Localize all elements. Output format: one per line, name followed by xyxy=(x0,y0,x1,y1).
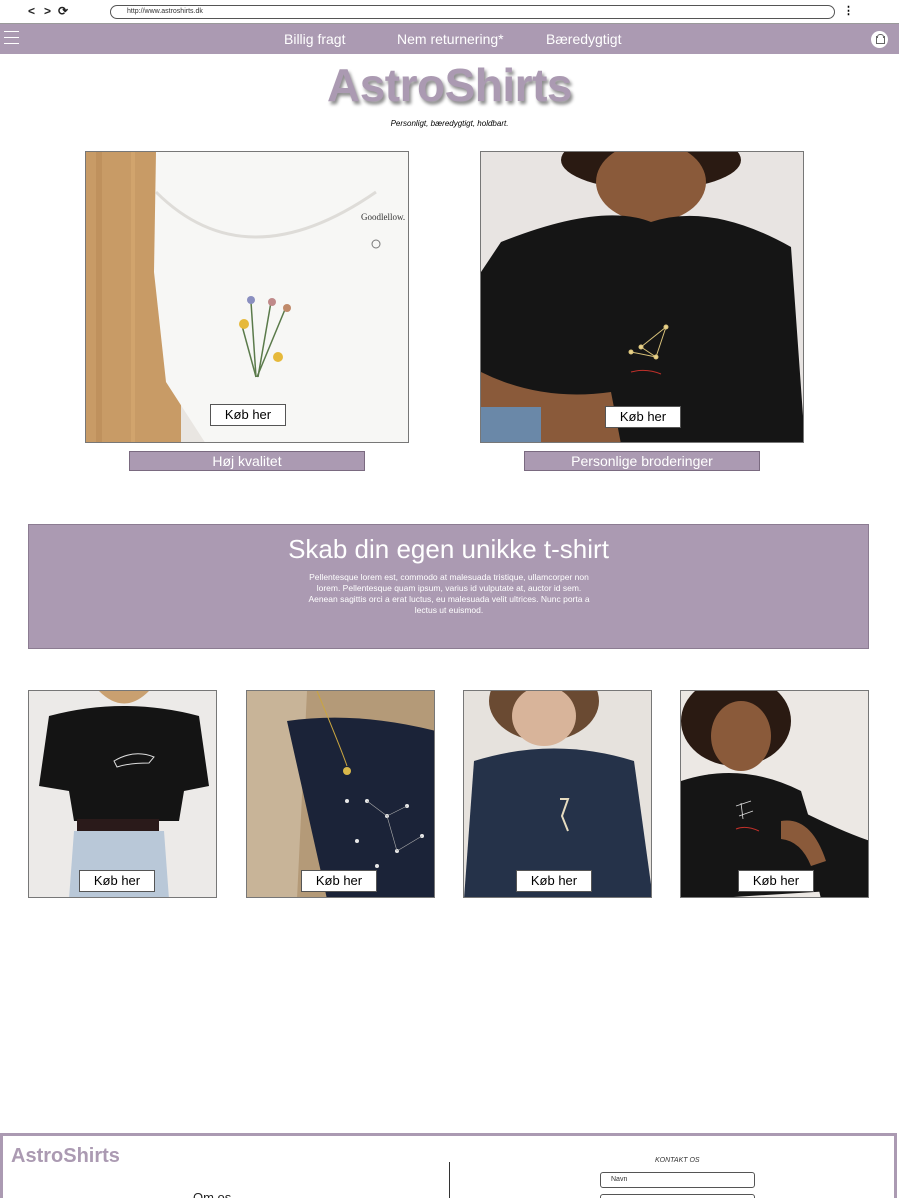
tagline: Personligt, bæredygtigt, holdbart. xyxy=(390,119,509,128)
product-image-starmap-sweater[interactable]: Køb her xyxy=(246,690,435,898)
site-navigation: Billig fragt Nem returnering* Bæredygtig… xyxy=(0,24,899,54)
product-image-gemini-tee[interactable]: Køb her xyxy=(680,690,869,898)
buy-button[interactable]: Køb her xyxy=(738,870,814,892)
shopping-bag-icon[interactable] xyxy=(871,31,888,48)
reload-icon[interactable]: ⟳ xyxy=(58,3,68,19)
whale-tee-illustration xyxy=(39,691,209,897)
nav-link-nem-returnering[interactable]: Nem returnering* xyxy=(397,30,504,48)
buy-button[interactable]: Køb her xyxy=(516,870,592,892)
nav-link-billig-fragt[interactable]: Billig fragt xyxy=(284,30,345,48)
product-image-constellation-tee[interactable]: Køb her xyxy=(480,151,804,443)
buy-button[interactable]: Køb her xyxy=(79,870,155,892)
product-image-zodiac-sweater[interactable]: Køb her xyxy=(463,690,652,898)
contact-name-field[interactable]: Navn xyxy=(600,1172,755,1188)
footer-about-link[interactable]: Om os xyxy=(193,1190,231,1198)
buy-button[interactable]: Køb her xyxy=(605,406,681,428)
footer-logo[interactable]: AstroShirts xyxy=(11,1145,120,1168)
gemini-tee-illustration xyxy=(681,691,868,897)
contact-heading: KONTAKT OS xyxy=(655,1157,700,1164)
starmap-sweater-illustration xyxy=(247,691,434,897)
zodiac-sweater-illustration xyxy=(464,691,651,897)
footer-divider xyxy=(449,1162,450,1198)
banner-title: Skab din egen unikke t-shirt xyxy=(288,534,609,564)
svg-text:Goodlellow.: Goodlellow. xyxy=(361,212,405,222)
hamburger-icon[interactable] xyxy=(4,31,19,49)
buy-button[interactable]: Køb her xyxy=(301,870,377,892)
caption-hoej-kvalitet: Høj kvalitet xyxy=(129,451,365,471)
site-footer: AstroShirts Om os KONTAKT OS Navn xyxy=(0,1133,897,1198)
caption-personlige-broderinger: Personlige broderinger xyxy=(524,451,760,471)
product-image-flower-tee[interactable]: Goodlellow. Køb her xyxy=(85,151,409,443)
back-icon[interactable]: < xyxy=(28,3,35,19)
product-image-whale-tee[interactable]: Køb her xyxy=(28,690,217,898)
banner-body: Pellentesque lorem est, commodo at males… xyxy=(308,572,590,615)
browser-toolbar: < > ⟳ http://www.astroshirts.dk ⋮ xyxy=(0,0,899,24)
site-logo[interactable]: AstroShirts xyxy=(0,58,899,112)
flower-tee-illustration: Goodlellow. xyxy=(86,152,408,442)
nav-link-baeredygtigt[interactable]: Bæredygtigt xyxy=(546,30,621,48)
buy-button[interactable]: Køb her xyxy=(210,404,286,426)
constellation-tee-illustration xyxy=(481,152,803,442)
custom-shirt-banner[interactable]: Skab din egen unikke t-shirt Pellentesqu… xyxy=(28,524,869,649)
address-bar[interactable]: http://www.astroshirts.dk xyxy=(110,5,835,19)
contact-email-field[interactable] xyxy=(600,1194,755,1198)
kebab-menu-icon[interactable]: ⋮ xyxy=(843,4,854,18)
forward-icon[interactable]: > xyxy=(44,3,51,19)
